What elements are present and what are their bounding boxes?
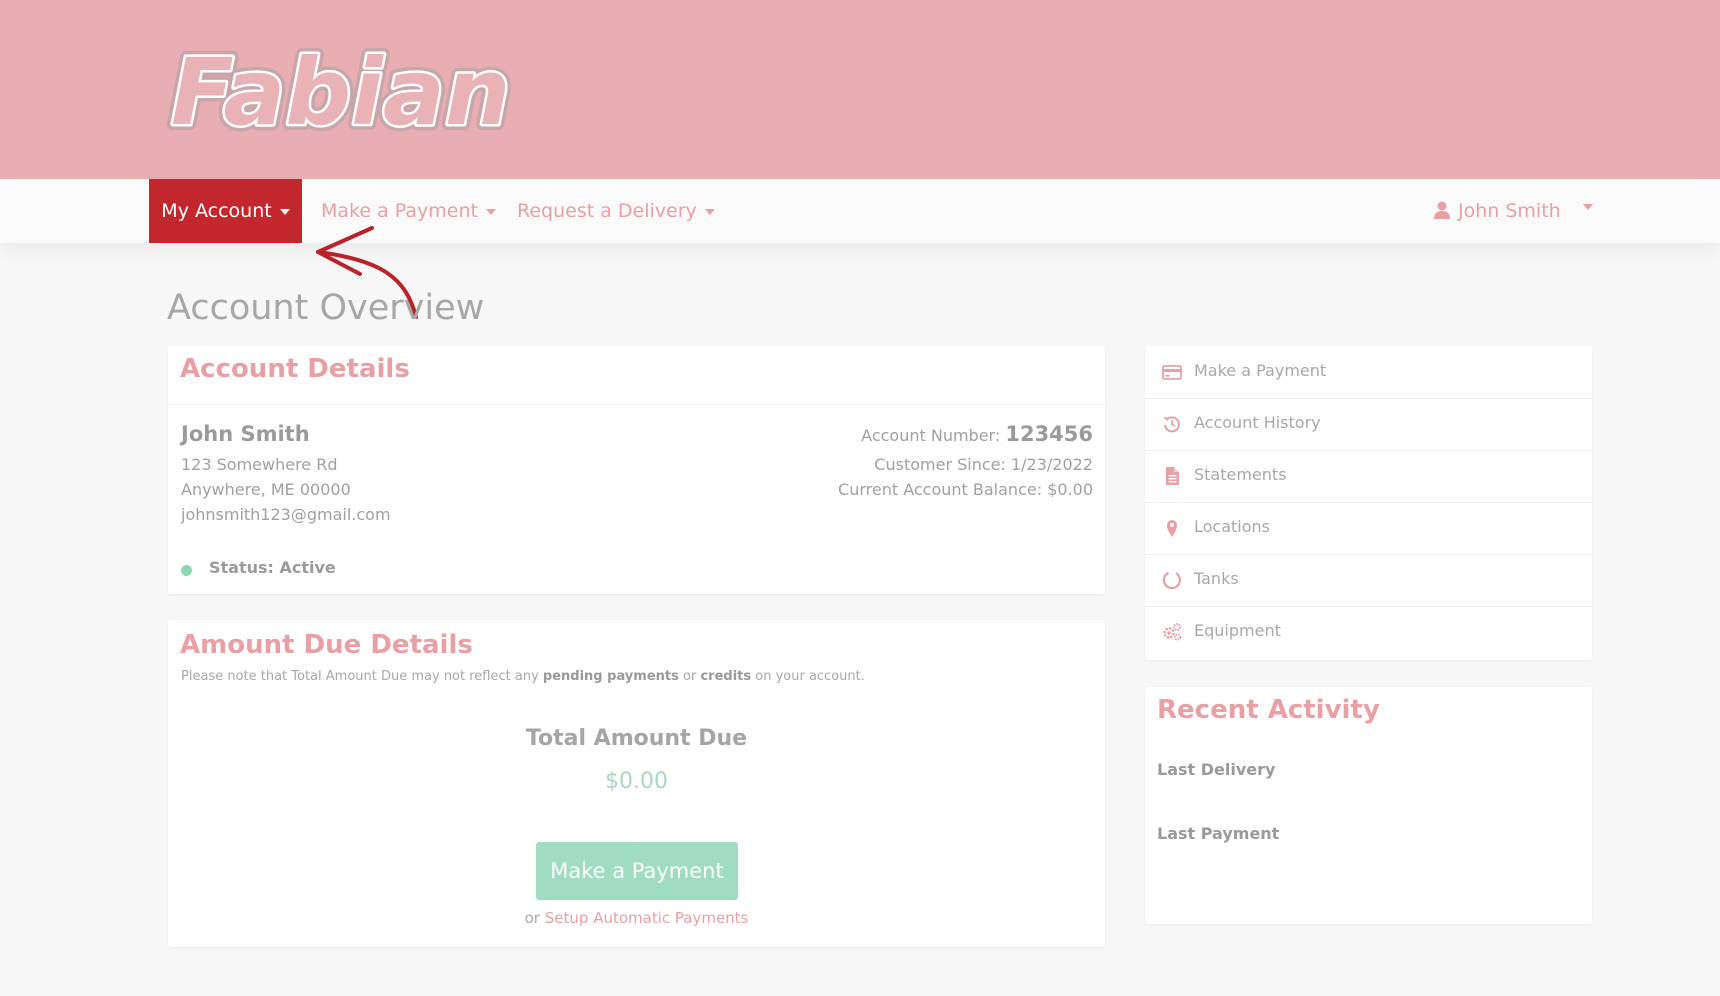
fabian-logo[interactable]: Fabian Fabian Fabian [165,34,575,146]
auto-prefix: or [524,909,540,927]
note-pending-payments: pending payments [542,669,679,684]
caret-down-icon [279,208,290,215]
history-icon [1163,416,1180,433]
user-menu[interactable]: John Smith [1434,179,1561,243]
customer-since: Customer Since: 1/23/2022 [874,455,1093,474]
user-name: John Smith [1458,200,1561,222]
caret-down-icon [704,208,715,215]
sidebar-item-locations[interactable]: Locations [1145,502,1592,555]
sidebar-item-equipment[interactable]: Equipment [1145,606,1592,658]
note-text: on your account. [755,669,865,684]
sidebar-item-tanks[interactable]: Tanks [1145,554,1592,607]
account-status: Status: Active [209,558,336,577]
automatic-payments-line: or Setup Automatic Payments [168,909,1105,927]
nav-my-account[interactable]: My Account [149,179,302,243]
page-title: Account Overview [167,288,485,328]
user-menu-caret-icon[interactable] [1583,204,1593,210]
nav-my-account-label: My Account [161,200,272,222]
sidebar-item-label: Locations [1194,517,1271,536]
user-icon [1434,201,1450,219]
gears-icon [1163,623,1182,641]
document-icon [1166,467,1179,485]
sidebar-item-account-history[interactable]: Account History [1145,398,1592,451]
note-text: Please note that Total Amount Due may no… [181,669,539,684]
amount-due-title: Amount Due Details [180,630,473,660]
current-balance: Current Account Balance: $0.00 [838,480,1093,499]
sidebar-item-make-payment[interactable]: Make a Payment [1145,346,1592,399]
account-number-label: Account Number: [861,426,1001,445]
svg-text:Fabian: Fabian [171,39,510,146]
account-details-title: Account Details [180,354,410,384]
nav-request-delivery-label: Request a Delivery [517,200,697,222]
customer-name: John Smith [181,422,310,446]
address-line-2: Anywhere, ME 00000 [181,480,351,499]
make-payment-button[interactable]: Make a Payment [536,842,738,900]
account-number-line: Account Number: 123456 [861,422,1093,446]
map-pin-icon [1167,520,1177,537]
credit-card-icon [1162,365,1182,380]
total-amount-due-label: Total Amount Due [525,726,748,751]
caret-down-icon [485,208,496,215]
sidebar-item-label: Tanks [1194,569,1239,588]
note-credits: credits [700,669,752,684]
recent-activity-card: Recent Activity Last Delivery Last Payme… [1145,687,1592,924]
recent-activity-title: Recent Activity [1157,695,1380,725]
sidebar-item-label: Statements [1194,465,1287,484]
divider [168,404,1105,405]
address-line-1: 123 Somewhere Rd [181,455,338,474]
nav-make-payment-label: Make a Payment [321,200,478,222]
account-details-card: Account Details John Smith 123 Somewhere… [168,346,1105,594]
sidebar-item-label: Equipment [1194,621,1281,640]
last-payment-label: Last Payment [1157,824,1280,843]
total-amount-due-value: $0.00 [605,769,668,794]
sidebar-item-label: Make a Payment [1194,361,1327,380]
circle-icon [1162,571,1181,590]
quick-links-card: Make a Payment Account History Statement… [1145,346,1592,660]
setup-automatic-payments-link[interactable]: Setup Automatic Payments [545,909,749,927]
amount-due-card: Amount Due Details Please note that Tota… [168,620,1105,947]
site-header: Fabian Fabian Fabian [0,0,1720,179]
note-text: or [683,669,697,684]
account-number: 123456 [1005,422,1093,446]
amount-due-note: Please note that Total Amount Due may no… [181,669,865,684]
nav-request-delivery[interactable]: Request a Delivery [517,179,715,243]
main-navbar: My Account Make a Payment Request a Deli… [0,179,1720,243]
sidebar-item-label: Account History [1194,413,1321,432]
status-dot-icon [181,565,192,576]
last-delivery-label: Last Delivery [1157,760,1276,779]
customer-email: johnsmith123@gmail.com [181,505,391,524]
sidebar-item-statements[interactable]: Statements [1145,450,1592,503]
